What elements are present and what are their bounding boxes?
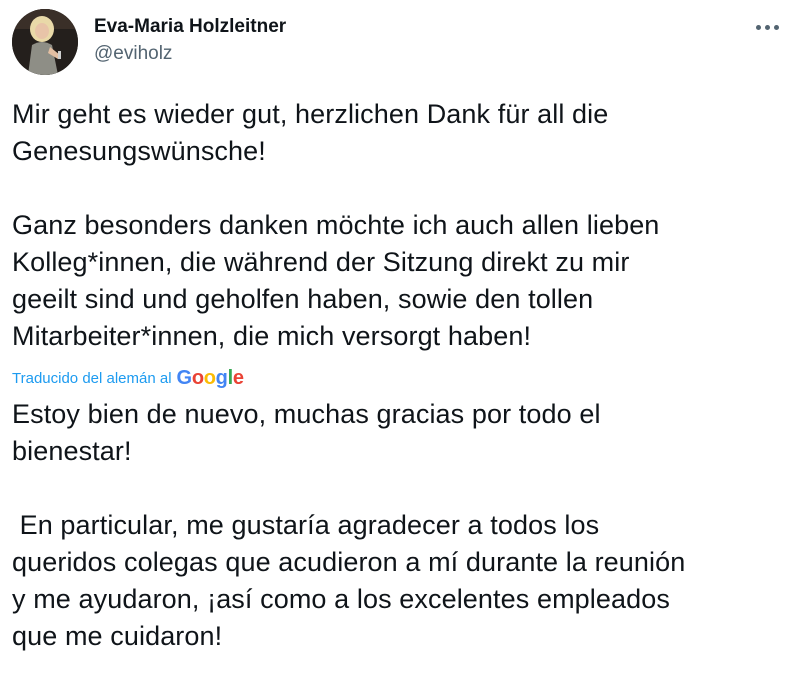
more-horizontal-icon bbox=[755, 24, 761, 30]
more-horizontal-icon-dot bbox=[773, 24, 779, 30]
translation-label: Traducido del alemán al bbox=[12, 369, 172, 387]
translated-by-link[interactable]: Traducido del alemán al Google bbox=[12, 366, 244, 390]
tweet: Eva-Maria Holzleitner @eviholz Mir geht … bbox=[0, 0, 800, 682]
tweet-original-text: Mir geht es wieder gut, herzlichen Dank … bbox=[12, 99, 660, 351]
google-logo: Google bbox=[176, 367, 244, 389]
tweet-translated-text: Estoy bien de nuevo, muchas gracias por … bbox=[12, 399, 686, 651]
author-handle[interactable]: @eviholz bbox=[94, 41, 286, 67]
author-display-name[interactable]: Eva-Maria Holzleitner bbox=[94, 14, 286, 40]
author-info: Eva-Maria Holzleitner @eviholz bbox=[94, 14, 286, 67]
avatar-photo bbox=[12, 9, 78, 75]
more-options-button[interactable] bbox=[750, 14, 784, 40]
avatar[interactable] bbox=[12, 9, 78, 75]
more-horizontal-icon-dot bbox=[764, 24, 770, 30]
